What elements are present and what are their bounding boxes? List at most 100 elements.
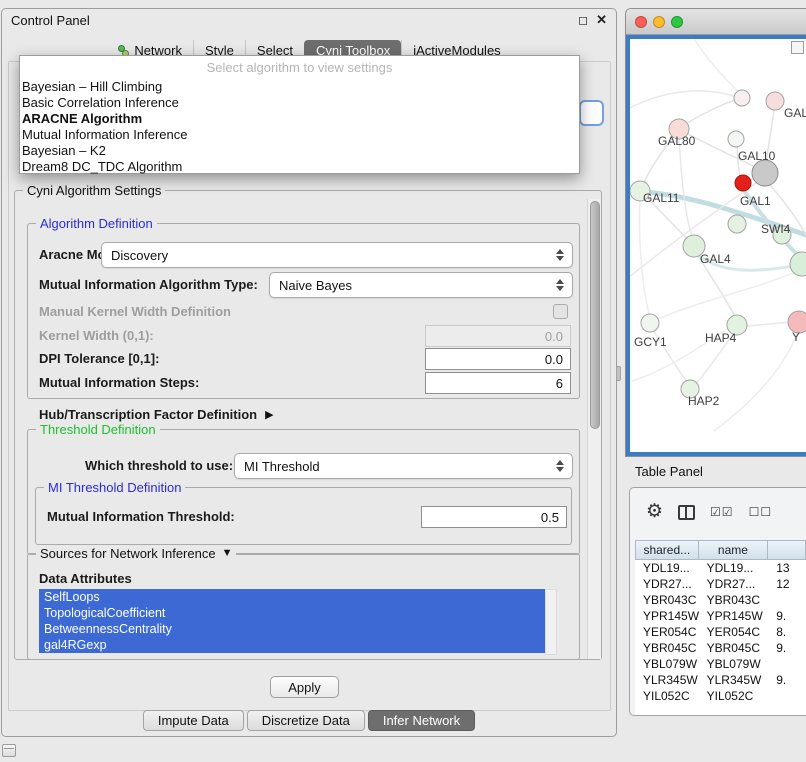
- bottom-tab-infer-network[interactable]: Infer Network: [368, 710, 475, 731]
- attribute-list-item[interactable]: gal4RGexp: [39, 637, 545, 653]
- kernel-width-field[interactable]: 0.0: [425, 325, 571, 347]
- table-cell: YBR043C: [635, 592, 699, 608]
- network-node[interactable]: [641, 314, 659, 332]
- bottom-tab-bar: Impute DataDiscretize DataInfer Network: [2, 710, 616, 731]
- aracne-mode-select[interactable]: Discovery: [101, 242, 573, 268]
- panel-grip-icon[interactable]: [2, 744, 16, 757]
- network-node[interactable]: [728, 215, 746, 233]
- algorithm-option[interactable]: Bayesian – K2: [20, 143, 579, 159]
- column-header[interactable]: shared...: [635, 540, 699, 560]
- sources-group-title[interactable]: Sources for Network Inference ▼: [36, 546, 236, 561]
- apply-button[interactable]: Apply: [270, 676, 339, 698]
- mi-algorithm-type-select[interactable]: Naive Bayes: [269, 272, 573, 298]
- table-cell: YER054C: [699, 624, 769, 640]
- table-toolbar: ⚙ ☑☑ ☐☐: [646, 498, 772, 526]
- updown-arrows-icon: [556, 279, 564, 291]
- algorithm-option[interactable]: Mutual Information Inference: [20, 127, 579, 143]
- select-all-columns-icon[interactable]: ☑☑: [710, 505, 734, 519]
- table-row[interactable]: YDR27...YDR27...12: [635, 576, 806, 592]
- table-cell: [768, 688, 806, 704]
- column-header[interactable]: name: [699, 540, 769, 560]
- table-row[interactable]: YBR043CYBR043C: [635, 592, 806, 608]
- close-window-icon[interactable]: ✕: [596, 14, 607, 26]
- deselect-all-columns-icon[interactable]: ☐☐: [749, 505, 773, 519]
- network-node[interactable]: [752, 160, 778, 186]
- table-row[interactable]: YBL079WYBL079W: [635, 656, 806, 672]
- network-canvas-svg[interactable]: GALGAL80GAL10GAL1GAL11SWI4GAL4GCY1HAP4YH…: [630, 39, 806, 454]
- sources-title-text: Sources for Network Inference: [40, 546, 216, 561]
- minimize-traffic-light[interactable]: [653, 16, 665, 28]
- attribute-list-item[interactable]: BetweennessCentrality: [39, 621, 545, 637]
- table-cell: YIL052C: [699, 688, 769, 704]
- mi-algorithm-type-value: Naive Bayes: [279, 278, 352, 293]
- network-view-window: GALGAL80GAL10GAL1GAL11SWI4GAL4GCY1HAP4YH…: [625, 8, 806, 457]
- network-edge[interactable]: [679, 135, 694, 241]
- network-node-label: GAL10: [738, 149, 776, 163]
- table-row[interactable]: YBR045CYBR045C9.: [635, 640, 806, 656]
- table-cell: YDL19...: [635, 560, 699, 576]
- network-edge[interactable]: [639, 197, 650, 317]
- hub-section-label: Hub/Transcription Factor Definition: [39, 407, 257, 423]
- table-row[interactable]: YDL19...YDL19...13: [635, 560, 806, 576]
- network-canvas[interactable]: GALGAL80GAL10GAL1GAL11SWI4GAL4GCY1HAP4YH…: [626, 35, 806, 456]
- column-header[interactable]: [768, 540, 806, 560]
- mi-threshold-definition-title: MI Threshold Definition: [44, 480, 185, 495]
- table-cell: YPR145W: [699, 608, 769, 624]
- dropdown-placeholder: Select algorithm to view settings: [20, 56, 579, 79]
- table-row[interactable]: YPR145WYPR145W9.: [635, 608, 806, 624]
- column-selector-icon[interactable]: [678, 505, 695, 520]
- attribute-list-item[interactable]: SelfLoops: [39, 589, 545, 605]
- table-row[interactable]: YIL052CYIL052C: [635, 688, 806, 704]
- mi-threshold-field[interactable]: 0.5: [421, 506, 567, 528]
- bottom-tab-discretize-data[interactable]: Discretize Data: [247, 710, 365, 731]
- network-node[interactable]: [734, 90, 750, 106]
- close-traffic-light[interactable]: [635, 16, 647, 28]
- mi-threshold-label: Mutual Information Threshold:: [47, 509, 235, 525]
- panel-splitter-handle[interactable]: [616, 366, 621, 381]
- attribute-list-item[interactable]: TopologicalCoefficient: [39, 605, 545, 621]
- algorithm-combobox-fragment[interactable]: [579, 100, 604, 126]
- network-edge[interactable]: [630, 91, 742, 111]
- table-cell: YDL19...: [699, 560, 769, 576]
- network-node-label: SWI4: [761, 222, 791, 236]
- table-panel-title: Table Panel: [635, 464, 703, 479]
- table-cell: YDR27...: [635, 576, 699, 592]
- network-node-label: GAL4: [700, 252, 731, 266]
- settings-scrollbar[interactable]: [587, 199, 601, 659]
- table-row[interactable]: YLR345WYLR345W9.: [635, 672, 806, 688]
- manual-kernel-width-checkbox[interactable]: [553, 304, 568, 319]
- control-panel-window: Control Panel ◻ ✕ NetworkStyleSelectCyni…: [1, 8, 617, 737]
- network-edge[interactable]: [650, 325, 688, 383]
- table-panel-window: ⚙ ☑☑ ☐☐ shared...name YDL19...YDL19...13…: [629, 487, 806, 716]
- settings-scrollbar-thumb[interactable]: [590, 201, 600, 429]
- gear-icon[interactable]: ⚙: [646, 502, 663, 522]
- control-panel-title: Control Panel: [11, 13, 90, 28]
- table-cell: YBL079W: [699, 656, 769, 672]
- bottom-tab-impute-data[interactable]: Impute Data: [143, 710, 244, 731]
- float-window-icon[interactable]: ◻: [578, 14, 588, 26]
- hub-section-header[interactable]: Hub/Transcription Factor Definition ▶: [39, 407, 274, 423]
- table-cell: YIL052C: [635, 688, 699, 704]
- zoom-traffic-light[interactable]: [671, 16, 683, 28]
- network-edge[interactable]: [650, 269, 802, 323]
- which-threshold-value: MI Threshold: [244, 459, 320, 474]
- algorithm-option[interactable]: ARACNE Algorithm: [20, 111, 579, 127]
- algorithm-option[interactable]: Bayesian – Hill Climbing: [20, 79, 579, 95]
- which-threshold-select[interactable]: MI Threshold: [234, 453, 573, 479]
- attribute-list-scrollbar[interactable]: [545, 589, 557, 655]
- algorithm-option[interactable]: Basic Correlation Inference: [20, 95, 579, 111]
- mi-steps-field[interactable]: 6: [425, 372, 571, 394]
- table-row[interactable]: YER054CYER054C8.: [635, 624, 806, 640]
- network-node[interactable]: [735, 175, 751, 191]
- algorithm-option[interactable]: Dream8 DC_TDC Algorithm: [20, 159, 579, 175]
- manual-kernel-width-label: Manual Kernel Width Definition: [39, 304, 231, 320]
- network-node[interactable]: [728, 131, 744, 147]
- network-node[interactable]: [766, 92, 784, 110]
- network-node-label: HAP2: [688, 394, 720, 408]
- canvas-corner-box: [791, 41, 804, 54]
- which-threshold-label: Which threshold to use:: [85, 458, 233, 474]
- expanded-arrow-icon: ▼: [222, 548, 233, 559]
- network-edge[interactable]: [694, 39, 741, 95]
- table-header: shared...name: [635, 540, 806, 560]
- dpi-tolerance-field[interactable]: 0.0: [425, 348, 571, 370]
